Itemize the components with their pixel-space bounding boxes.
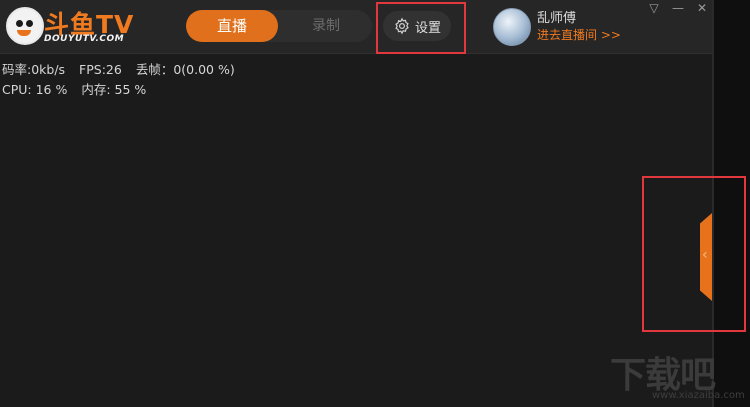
dropdown-menu-icon[interactable]: ▽ — [644, 0, 664, 16]
tab-live[interactable]: 直播 — [186, 10, 278, 42]
stats-row-system: CPU: 16 % 内存: 55 % — [2, 80, 235, 100]
highlight-box-side-panel — [642, 176, 746, 332]
title-bar: 斗鱼TV DOUYUTV.COM 直播 录制 设置 乱师傅 进去直播间 >> ▽… — [0, 0, 712, 54]
mode-tabs: 直播 录制 — [186, 10, 372, 42]
dropped-frames-stat: 丢帧：0(0.00 %) — [135, 62, 235, 77]
username: 乱师傅 — [537, 11, 577, 26]
cpu-stat: CPU: 16 % — [2, 82, 68, 97]
stream-stats: 码率:0kb/s FPS:26 丢帧：0(0.00 %) CPU: 16 % 内… — [2, 60, 235, 100]
minimize-icon[interactable]: — — [668, 0, 688, 16]
user-profile[interactable]: 乱师傅 进去直播间 >> — [493, 6, 623, 46]
watermark-url: www.xiazaiba.com — [652, 390, 745, 401]
mascot-icon — [6, 7, 44, 45]
douyu-logo: 斗鱼TV DOUYUTV.COM — [6, 5, 136, 45]
tab-record[interactable]: 录制 — [284, 10, 368, 42]
fps-stat: FPS:26 — [79, 62, 122, 77]
avatar[interactable] — [493, 8, 531, 46]
close-icon[interactable]: ✕ — [692, 0, 712, 16]
watermark: 下载吧 www.xiazaiba.com — [610, 346, 746, 406]
highlight-box-settings — [376, 2, 466, 54]
brand-domain: DOUYUTV.COM — [44, 34, 125, 44]
memory-stat: 内存: 55 % — [81, 82, 147, 97]
stats-row-network: 码率:0kb/s FPS:26 丢帧：0(0.00 %) — [2, 60, 235, 80]
enter-room-link[interactable]: 进去直播间 >> — [537, 26, 621, 43]
bitrate-stat: 码率:0kb/s — [2, 62, 66, 77]
app-window: 斗鱼TV DOUYUTV.COM 直播 录制 设置 乱师傅 进去直播间 >> ▽… — [0, 0, 712, 407]
